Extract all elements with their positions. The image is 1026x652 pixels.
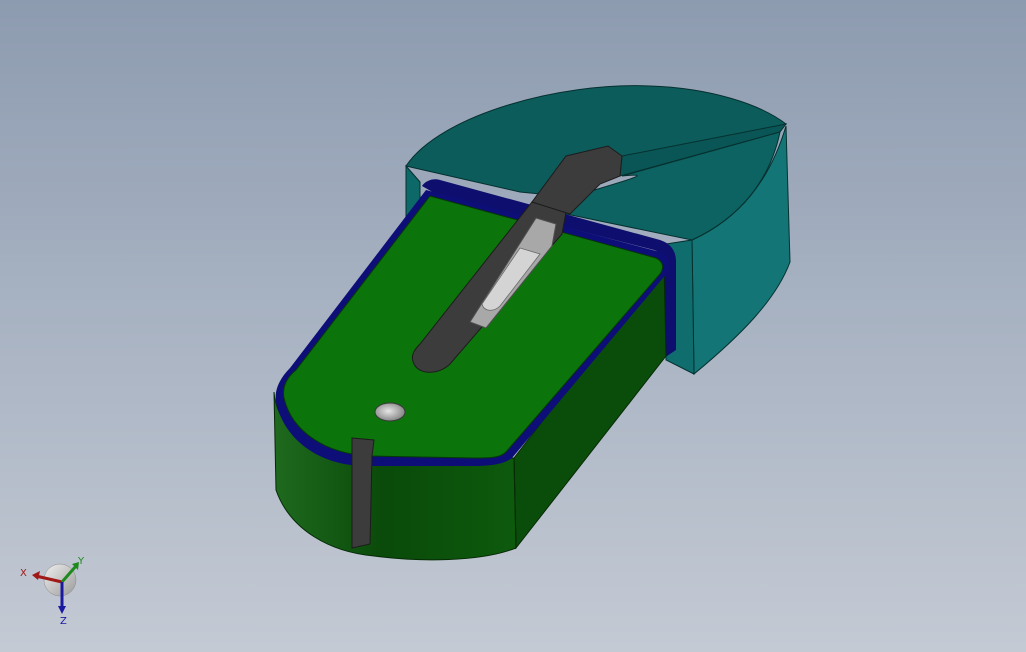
orientation-triad[interactable]: X Y Z bbox=[14, 550, 94, 630]
triad-z-label: Z bbox=[60, 616, 67, 627]
front-slot[interactable] bbox=[351, 437, 375, 549]
triad-x-arrow-icon bbox=[32, 571, 40, 580]
triad-z-arrow-icon bbox=[58, 606, 66, 614]
graphics-viewport[interactable]: X Y Z bbox=[0, 0, 1026, 652]
triad-x-label: X bbox=[20, 568, 27, 579]
mounting-hole[interactable] bbox=[374, 402, 406, 422]
3d-model-view[interactable] bbox=[0, 0, 1026, 652]
triad-y-label: Y bbox=[77, 556, 85, 567]
